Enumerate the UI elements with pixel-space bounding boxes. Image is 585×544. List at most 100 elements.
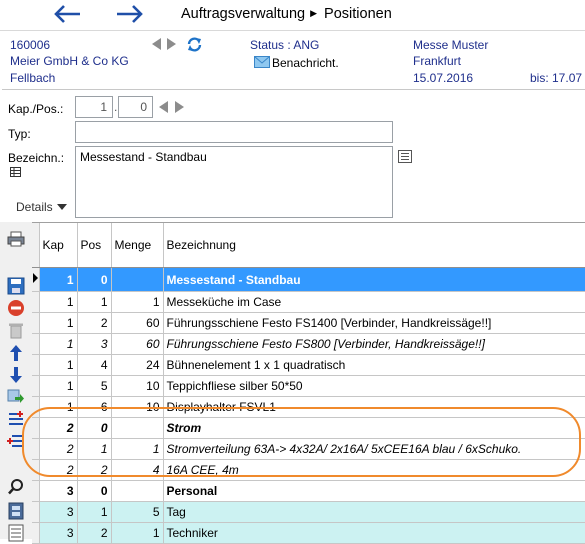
cell-menge[interactable]: 10 [111,396,164,418]
cell-pos[interactable]: 4 [77,354,112,376]
table-row[interactable]: 2 0 Strom [32,417,585,439]
cell-pos[interactable]: 2 [77,459,112,481]
cell-menge[interactable]: 60 [111,333,164,355]
table-row[interactable]: 2 1 1 Stromverteilung 63A-> 4x32A/ 2x16A… [32,438,585,460]
cell-pos[interactable]: 1 [77,438,112,460]
cell-bezeichnung[interactable]: Strom [163,417,585,439]
cell-pos[interactable]: 6 [77,396,112,418]
mail-icon[interactable] [254,56,270,68]
refresh-icon[interactable] [186,36,203,53]
cell-kap[interactable]: 2 [39,459,78,481]
cell-kap[interactable]: 1 [39,312,78,334]
cell-pos[interactable]: 0 [77,417,112,439]
cell-bezeichnung[interactable]: Teppichfliese silber 50*50 [163,375,585,397]
cell-menge[interactable]: 60 [111,312,164,334]
cell-pos[interactable]: 2 [77,312,112,334]
print-icon[interactable] [7,230,25,248]
table-row[interactable]: 3 0 Personal [32,480,585,502]
table-row[interactable]: 1 1 1 Messeküche im Case [32,291,585,313]
cell-bezeichnung[interactable]: Führungsschiene Festo FS800 [Verbinder, … [163,333,585,355]
column-header-bezeichnung[interactable]: Bezeichnung [163,223,585,268]
search-icon[interactable] [7,478,25,496]
record-nav-icon[interactable] [150,37,180,51]
cell-bezeichnung[interactable]: Displayhalter FSVL1 [163,396,585,418]
cell-menge[interactable]: 5 [111,501,164,523]
position-nav-icon[interactable] [156,100,188,114]
table-icon[interactable] [10,167,21,177]
cell-bezeichnung[interactable]: 16A CEE, 4m [163,459,585,481]
cell-kap[interactable]: 1 [39,396,78,418]
list-icon[interactable] [7,524,25,542]
table-row[interactable]: 1 4 24 Bühnenelement 1 x 1 quadratisch [32,354,585,376]
cell-menge[interactable]: 24 [111,354,164,376]
column-header-menge[interactable]: Menge [111,223,164,268]
film-icon[interactable] [7,502,25,520]
cell-menge[interactable]: 1 [111,522,164,544]
table-row[interactable]: 1 0 Messestand - Standbau [32,267,585,292]
row-selector[interactable] [32,501,40,523]
table-row[interactable]: 3 1 5 Tag [32,501,585,523]
cell-kap[interactable]: 3 [39,522,78,544]
breadcrumb-item-auftragsverwaltung[interactable]: Auftragsverwaltung [181,6,305,22]
row-selector[interactable] [32,438,40,460]
cell-kap[interactable]: 3 [39,480,78,502]
cell-kap[interactable]: 2 [39,417,78,439]
cell-pos[interactable]: 0 [77,480,112,502]
table-row[interactable]: 2 2 4 16A CEE, 4m [32,459,585,481]
row-selector[interactable] [32,354,40,376]
cancel-icon[interactable] [7,299,25,317]
move-up-icon[interactable] [7,344,25,362]
insert-sub-row-icon[interactable] [7,432,25,450]
cell-bezeichnung[interactable]: Techniker [163,522,585,544]
cell-pos[interactable]: 0 [77,267,112,292]
cell-menge[interactable] [111,417,164,439]
typ-input[interactable] [75,121,393,143]
chevron-down-icon[interactable] [57,204,67,210]
notify-label[interactable]: Benachricht. [272,56,339,70]
cell-bezeichnung[interactable]: Tag [163,501,585,523]
column-header-pos[interactable]: Pos [77,223,112,268]
cell-bezeichnung[interactable]: Messestand - Standbau [163,267,585,292]
row-selector[interactable] [32,291,40,313]
cell-kap[interactable]: 2 [39,438,78,460]
delete-icon[interactable] [7,321,25,339]
cell-menge[interactable]: 1 [111,291,164,313]
row-selector[interactable] [32,480,40,502]
pos-input[interactable]: 0 [118,96,153,118]
row-selector[interactable] [32,522,40,544]
cell-kap[interactable]: 1 [39,267,78,292]
move-down-icon[interactable] [7,366,25,384]
cell-kap[interactable]: 1 [39,333,78,355]
cell-bezeichnung[interactable]: Messeküche im Case [163,291,585,313]
row-selector[interactable] [32,459,40,481]
forward-arrow-icon[interactable] [113,2,147,26]
cell-bezeichnung[interactable]: Stromverteilung 63A-> 4x32A/ 2x16A/ 5xCE… [163,438,585,460]
cell-bezeichnung[interactable]: Führungsschiene Festo FS1400 [Verbinder,… [163,312,585,334]
cell-pos[interactable]: 5 [77,375,112,397]
table-row[interactable]: 1 3 60 Führungsschiene Festo FS800 [Verb… [32,333,585,355]
row-selector[interactable] [32,396,40,418]
cell-pos[interactable]: 3 [77,333,112,355]
kap-input[interactable]: 1 [75,96,113,118]
row-selector[interactable] [32,417,40,439]
table-row[interactable]: 1 2 60 Führungsschiene Festo FS1400 [Ver… [32,312,585,334]
table-row[interactable]: 1 5 10 Teppichfliese silber 50*50 [32,375,585,397]
cell-menge[interactable]: 10 [111,375,164,397]
cell-bezeichnung[interactable]: Personal [163,480,585,502]
cell-pos[interactable]: 1 [77,501,112,523]
bezeichn-textarea[interactable]: Messestand - Standbau [75,146,393,218]
cell-kap[interactable]: 1 [39,291,78,313]
cell-kap[interactable]: 1 [39,375,78,397]
cell-menge[interactable] [111,267,164,292]
cell-menge[interactable]: 1 [111,438,164,460]
row-selector[interactable] [32,375,40,397]
table-row[interactable]: 1 6 10 Displayhalter FSVL1 [32,396,585,418]
details-toggle[interactable]: Details [16,200,53,214]
cell-kap[interactable]: 3 [39,501,78,523]
table-row[interactable]: 3 2 1 Techniker [32,522,585,544]
save-icon[interactable] [7,277,25,295]
row-selector[interactable] [32,312,40,334]
column-header-kap[interactable]: Kap [39,223,78,268]
insert-row-icon[interactable] [7,410,25,428]
cell-pos[interactable]: 2 [77,522,112,544]
